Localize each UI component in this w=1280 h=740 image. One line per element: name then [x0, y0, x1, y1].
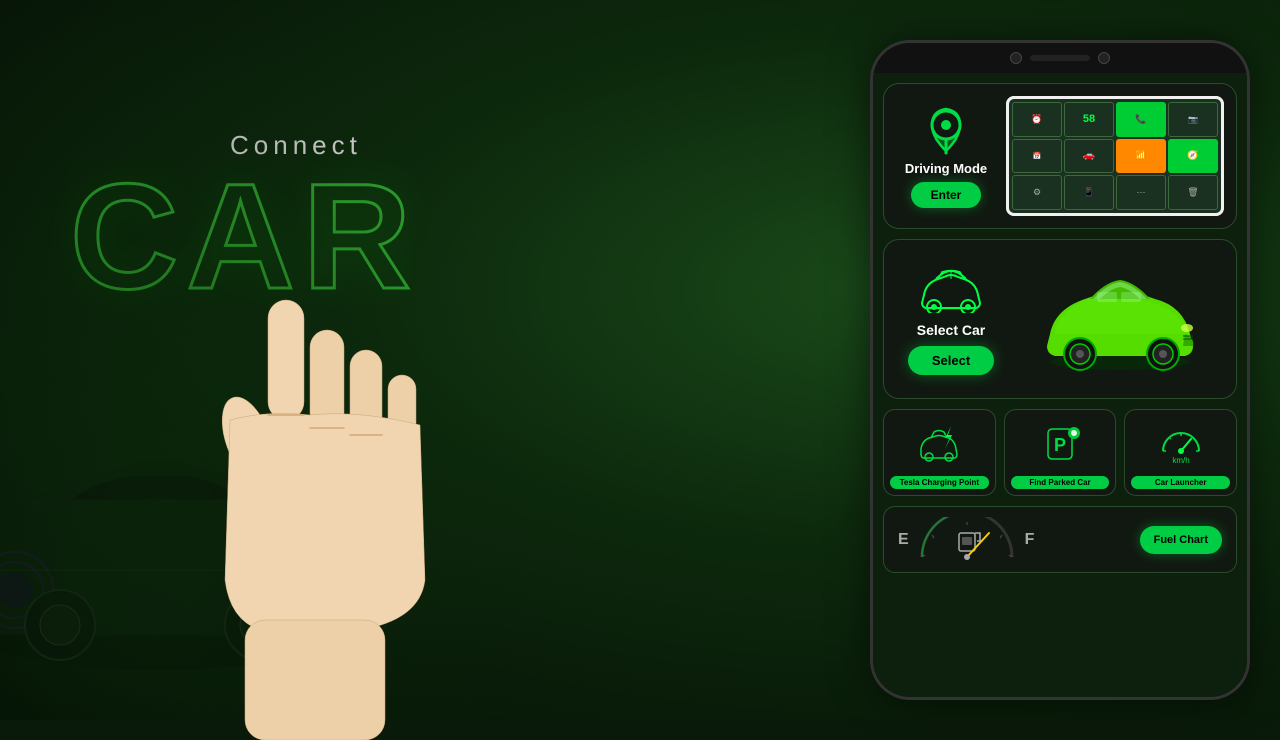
phone-camera [1010, 52, 1022, 64]
phone-camera-2 [1098, 52, 1110, 64]
fuel-gauge-area: E [898, 517, 1140, 562]
enter-button[interactable]: Enter [911, 182, 982, 208]
find-parked-car-card[interactable]: P Find Parked Car [1004, 409, 1117, 496]
select-car-left: Select Car Select [896, 264, 1006, 375]
driving-mode-left: Driving Mode Enter [896, 105, 996, 208]
icons-row: Tesla Charging Point P Find Parked Car [883, 409, 1237, 496]
phone-top-bar [873, 43, 1247, 73]
svg-text:km/h: km/h [1172, 456, 1189, 465]
fuel-chart-button[interactable]: Fuel Chart [1140, 526, 1222, 554]
car-launcher-label: Car Launcher [1131, 476, 1230, 489]
find-parked-car-label: Find Parked Car [1011, 476, 1110, 489]
fuel-full-label: F [1025, 531, 1035, 549]
fuel-empty-label: E [898, 531, 909, 549]
driving-mode-card: Driving Mode Enter ⏰ 58 📞 📷 📅 🚗 📶 [883, 83, 1237, 229]
phone-side-button [1247, 163, 1250, 213]
tesla-charging-label: Tesla Charging Point [890, 476, 989, 489]
find-parked-car-icon: P [1035, 420, 1085, 470]
select-car-card: Select Car Select [883, 239, 1237, 399]
tesla-charging-card[interactable]: Tesla Charging Point [883, 409, 996, 496]
mini-phone-mockup: ⏰ 58 📞 📷 📅 🚗 📶 🧭 ⚙ 📱 ⋯ 🗑 [1006, 96, 1224, 216]
car-icon [916, 264, 986, 314]
phone-screen: Driving Mode Enter ⏰ 58 📞 📷 📅 🚗 📶 [873, 73, 1247, 697]
car-launcher-icon: km/h [1156, 420, 1206, 470]
hand-pointing [160, 280, 460, 740]
location-icon [921, 105, 971, 155]
select-car-title: Select Car [917, 322, 985, 338]
phone-device: Driving Mode Enter ⏰ 58 📞 📷 📅 🚗 📶 [870, 40, 1250, 700]
car-launcher-card[interactable]: km/h Car Launcher [1124, 409, 1237, 496]
driving-mode-title: Driving Mode [905, 161, 987, 176]
select-button[interactable]: Select [908, 346, 994, 375]
phone-speaker [1030, 55, 1090, 61]
fuel-chart-card: E [883, 506, 1237, 573]
tesla-charging-icon [914, 420, 964, 470]
car-image-right [1016, 254, 1224, 384]
svg-text:P: P [1054, 435, 1066, 455]
